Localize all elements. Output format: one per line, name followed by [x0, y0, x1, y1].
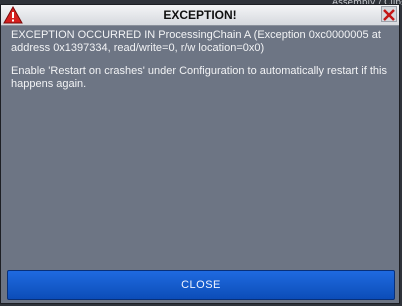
close-x-icon[interactable] — [381, 6, 397, 22]
exception-detail-text: EXCEPTION OCCURRED IN ProcessingChain A … — [11, 29, 381, 54]
dialog-title: EXCEPTION! — [163, 8, 237, 22]
close-button[interactable]: CLOSE — [7, 270, 395, 300]
exception-message: EXCEPTION OCCURRED IN ProcessingChain A … — [11, 29, 395, 101]
restart-hint-text: Enable 'Restart on crashes' under Config… — [11, 65, 387, 90]
dialog-titlebar: EXCEPTION! — [1, 5, 399, 26]
exception-dialog: EXCEPTION! EXCEPTION OCCURRED IN Process… — [0, 4, 400, 304]
